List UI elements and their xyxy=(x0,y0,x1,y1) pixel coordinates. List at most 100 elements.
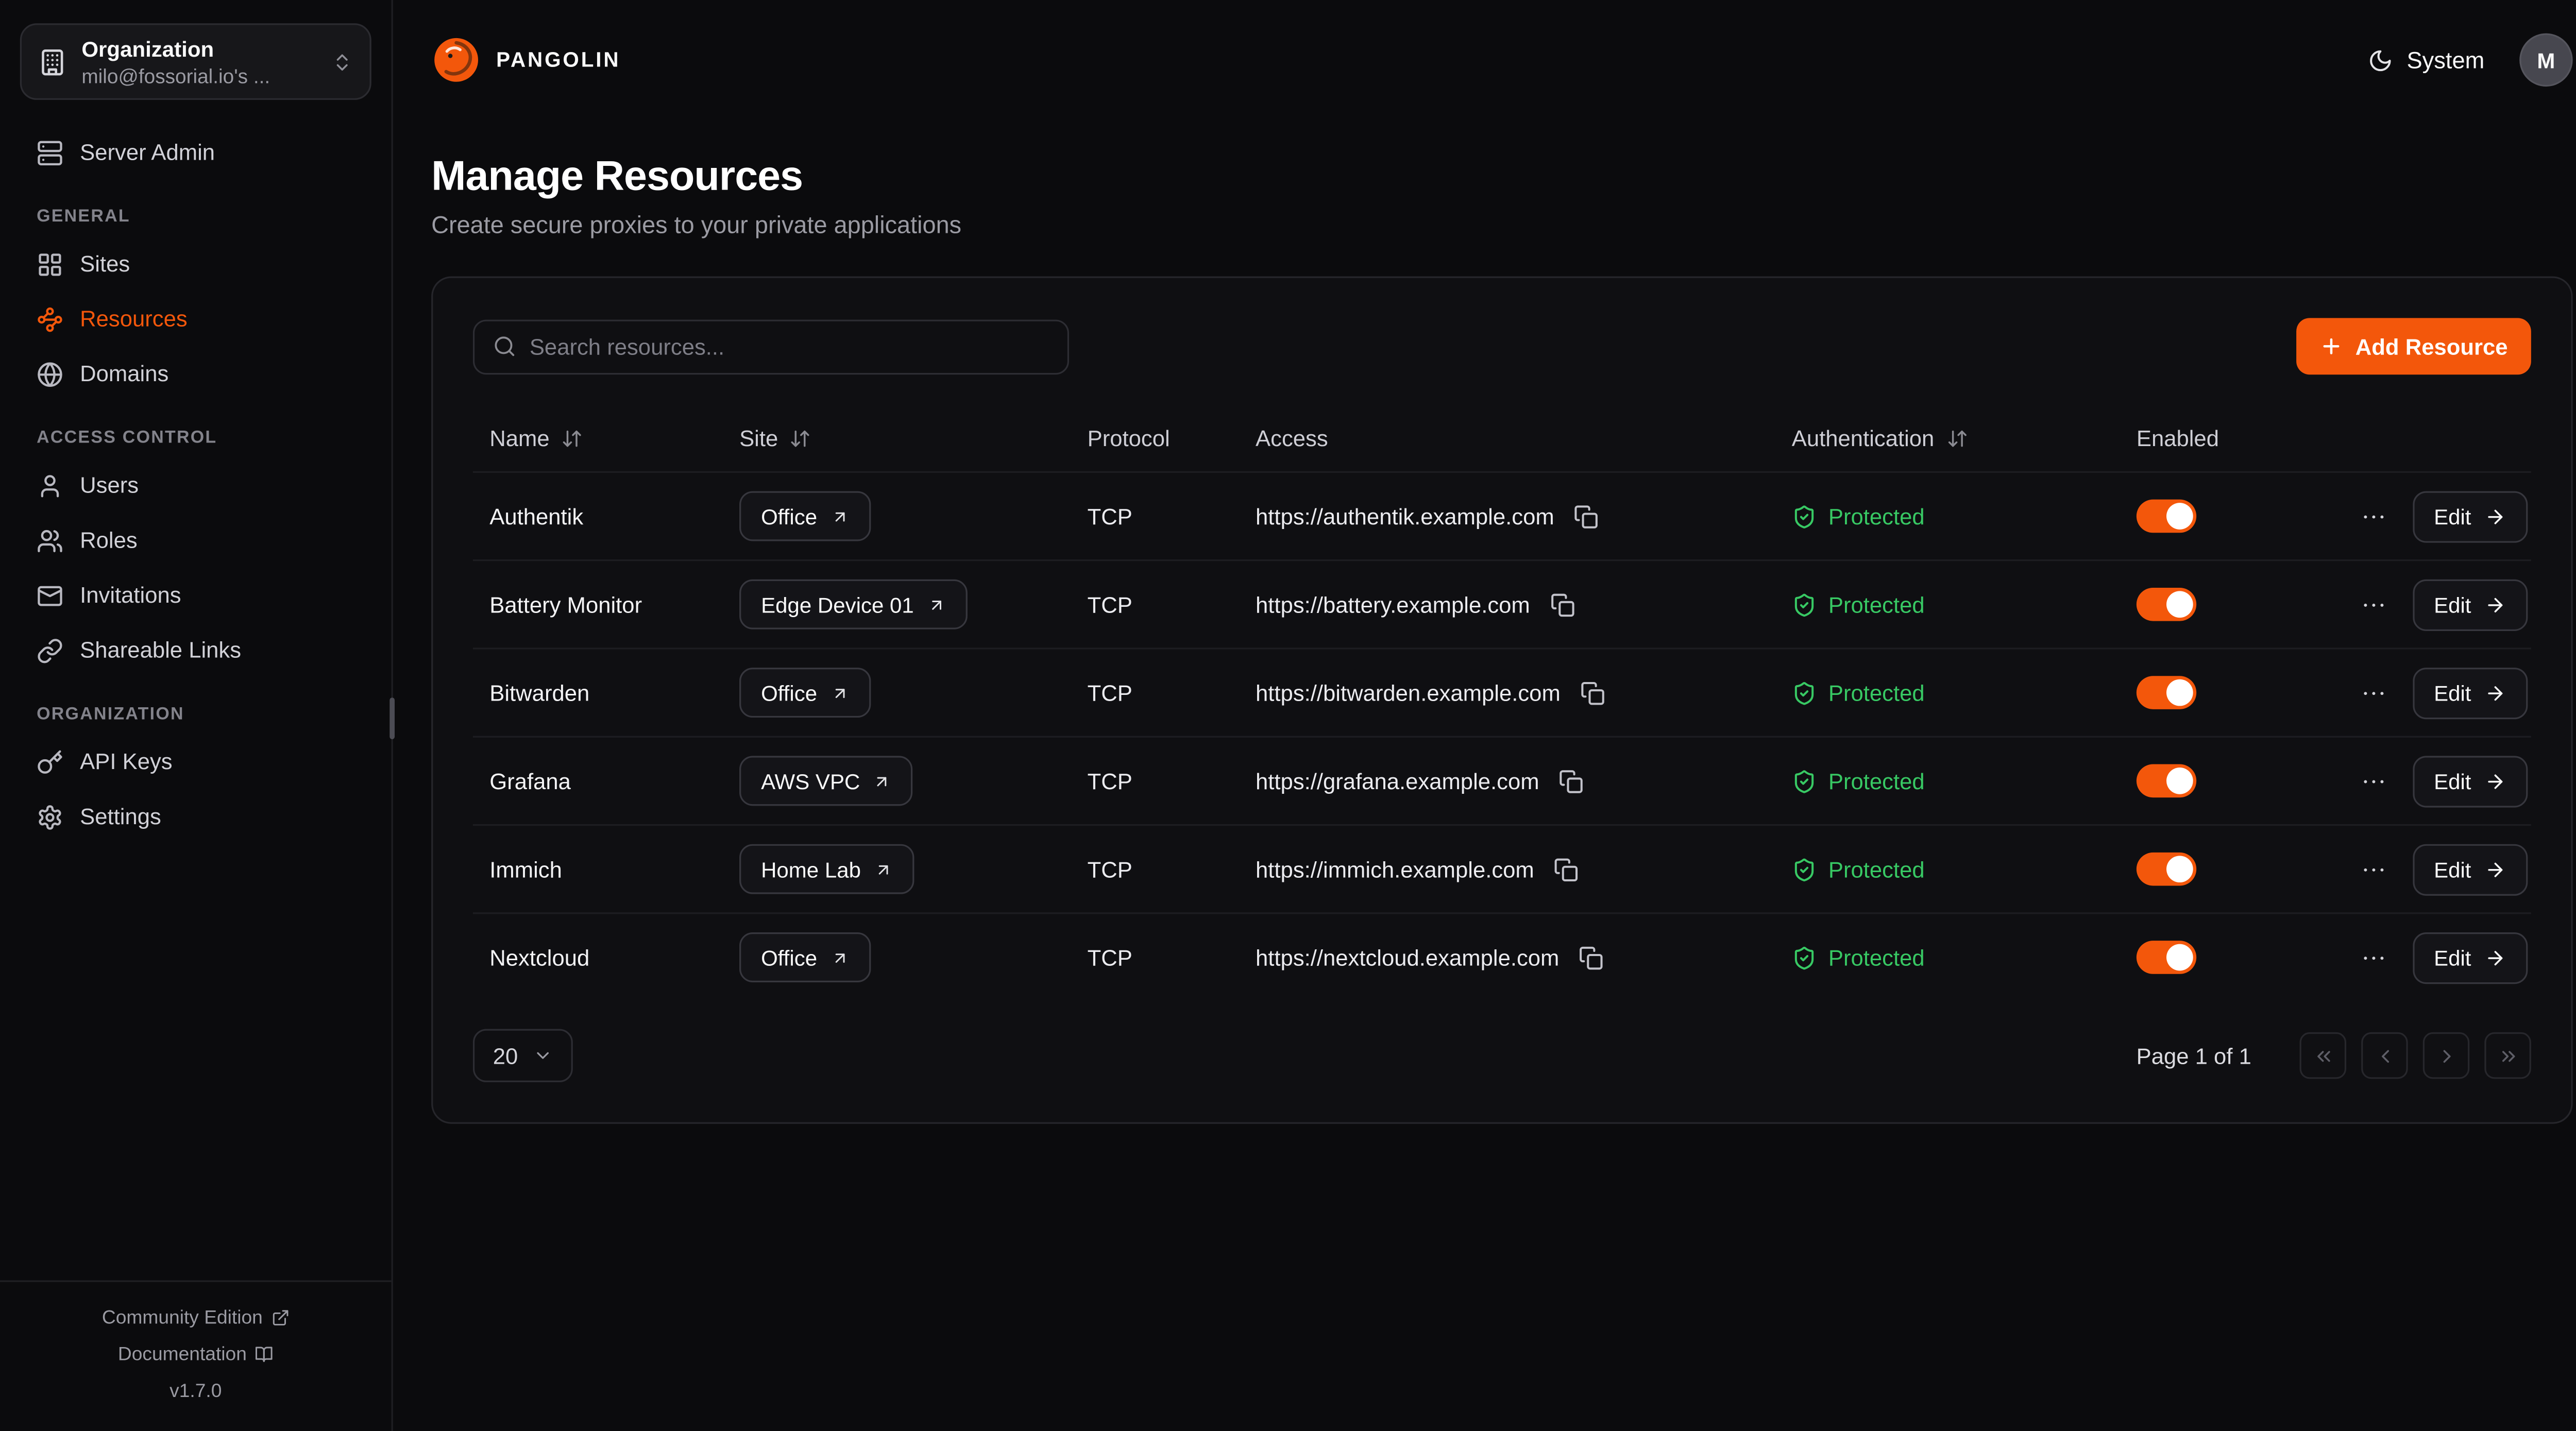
server-icon xyxy=(37,139,63,166)
row-actions-button[interactable] xyxy=(2355,675,2391,710)
chevrons-right-icon xyxy=(2497,1045,2519,1066)
sidebar-item-shareable-links[interactable]: Shareable Links xyxy=(20,624,371,676)
column-label: Authentication xyxy=(1792,425,1935,450)
documentation-label: Documentation xyxy=(118,1344,247,1365)
edit-button-label: Edit xyxy=(2434,769,2471,793)
resources-card: Add Resource NameSiteProtocolAccessAuthe… xyxy=(431,277,2573,1124)
edit-button-label: Edit xyxy=(2434,680,2471,705)
site-link-button[interactable]: Home Lab xyxy=(739,844,914,894)
add-resource-button[interactable]: Add Resource xyxy=(2297,318,2531,374)
sidebar-item-server-admin[interactable]: Server Admin xyxy=(20,127,371,178)
documentation-link[interactable]: Documentation xyxy=(0,1336,392,1373)
edit-button[interactable]: Edit xyxy=(2412,490,2528,542)
edit-button[interactable]: Edit xyxy=(2412,578,2528,630)
section-heading-general: GENERAL xyxy=(37,207,354,227)
auth-status-label: Protected xyxy=(1828,769,1925,793)
external-link-icon xyxy=(271,1309,290,1327)
sidebar-item-roles[interactable]: Roles xyxy=(20,515,371,566)
copy-url-button[interactable] xyxy=(1576,942,1607,973)
page-header: Manage Resources Create secure proxies t… xyxy=(393,120,2576,240)
avatar[interactable]: M xyxy=(2519,33,2572,87)
version-label: v1.7.0 xyxy=(0,1373,392,1409)
sidebar-item-invitations[interactable]: Invitations xyxy=(20,569,371,621)
pagination: Page 1 of 1 xyxy=(2137,1032,2531,1079)
sidebar-item-label: Users xyxy=(80,473,139,498)
add-resource-label: Add Resource xyxy=(2355,334,2508,359)
site-link-button[interactable]: Office xyxy=(739,491,870,541)
sort-icon xyxy=(561,427,583,449)
resource-url: https://authentik.example.com xyxy=(1256,504,1554,529)
external-link-icon xyxy=(927,595,946,614)
auth-status: Protected xyxy=(1775,769,2120,793)
shield-check-icon xyxy=(1792,504,1817,529)
site-link-button[interactable]: AWS VPC xyxy=(739,756,913,806)
edit-button-label: Edit xyxy=(2434,857,2471,881)
enabled-toggle[interactable] xyxy=(2137,588,2196,621)
page-size-value: 20 xyxy=(493,1043,518,1068)
sidebar: Organization milo@fossorial.io's ... Ser… xyxy=(0,0,393,1431)
last-page-button[interactable] xyxy=(2484,1032,2531,1079)
previous-page-button[interactable] xyxy=(2361,1032,2408,1079)
sidebar-item-users[interactable]: Users xyxy=(20,459,371,511)
table-row: Bitwarden Office TCP https://bitwarden.e… xyxy=(473,648,2531,736)
sidebar-item-api-keys[interactable]: API Keys xyxy=(20,736,371,788)
enabled-toggle[interactable] xyxy=(2137,676,2196,709)
plus-icon xyxy=(2320,335,2344,358)
community-edition-link[interactable]: Community Edition xyxy=(0,1300,392,1336)
avatar-initial: M xyxy=(2537,47,2555,72)
topbar: PANGOLIN System M xyxy=(393,0,2576,120)
edit-button[interactable]: Edit xyxy=(2412,667,2528,718)
row-actions-button[interactable] xyxy=(2355,763,2391,798)
column-header-authentication[interactable]: Authentication xyxy=(1775,425,2120,450)
column-label: Enabled xyxy=(2137,425,2219,450)
auth-status: Protected xyxy=(1775,857,2120,881)
copy-url-button[interactable] xyxy=(1571,500,1602,532)
enabled-toggle[interactable] xyxy=(2137,500,2196,533)
copy-url-button[interactable] xyxy=(1551,853,1582,884)
column-header-site[interactable]: Site xyxy=(723,425,1071,450)
arrow-right-icon xyxy=(2484,682,2506,704)
ellipsis-icon xyxy=(2359,502,2387,530)
search-input[interactable] xyxy=(530,334,1049,359)
row-actions-button[interactable] xyxy=(2355,940,2391,975)
copy-icon xyxy=(1579,945,1604,969)
copy-url-button[interactable] xyxy=(1547,589,1578,620)
site-link-button[interactable]: Office xyxy=(739,932,870,982)
sidebar-resize-handle[interactable] xyxy=(389,697,395,739)
row-actions-button[interactable] xyxy=(2355,499,2391,534)
enabled-toggle[interactable] xyxy=(2137,941,2196,974)
section-heading-access-control: ACCESS CONTROL xyxy=(37,428,354,448)
resource-protocol: TCP xyxy=(1071,857,1239,881)
copy-url-button[interactable] xyxy=(1556,765,1587,796)
sidebar-item-settings[interactable]: Settings xyxy=(20,791,371,842)
sidebar-item-label: Shareable Links xyxy=(80,638,241,662)
theme-toggle-button[interactable]: System xyxy=(2368,46,2484,73)
enabled-toggle[interactable] xyxy=(2137,764,2196,798)
sidebar-item-label: Roles xyxy=(80,528,138,553)
edit-button[interactable]: Edit xyxy=(2412,931,2528,983)
site-link-button[interactable]: Office xyxy=(739,668,870,718)
site-link-button[interactable]: Edge Device 01 xyxy=(739,580,967,629)
auth-status: Protected xyxy=(1775,680,2120,705)
org-selector[interactable]: Organization milo@fossorial.io's ... xyxy=(20,23,371,100)
table-row: Authentik Office TCP https://authentik.e… xyxy=(473,471,2531,559)
edit-button-label: Edit xyxy=(2434,945,2471,969)
auth-status: Protected xyxy=(1775,592,2120,617)
shield-check-icon xyxy=(1792,857,1817,881)
arrow-right-icon xyxy=(2484,858,2506,880)
first-page-button[interactable] xyxy=(2300,1032,2347,1079)
copy-url-button[interactable] xyxy=(1577,677,1608,708)
sidebar-item-sites[interactable]: Sites xyxy=(20,238,371,289)
auth-status: Protected xyxy=(1775,504,2120,529)
column-header-name[interactable]: Name xyxy=(473,425,723,450)
enabled-toggle[interactable] xyxy=(2137,853,2196,886)
next-page-button[interactable] xyxy=(2423,1032,2470,1079)
edit-button[interactable]: Edit xyxy=(2412,843,2528,895)
sidebar-item-resources[interactable]: Resources xyxy=(20,293,371,345)
sidebar-item-domains[interactable]: Domains xyxy=(20,348,371,400)
row-actions-button[interactable] xyxy=(2355,851,2391,887)
edit-button[interactable]: Edit xyxy=(2412,755,2528,807)
row-actions-button[interactable] xyxy=(2355,587,2391,622)
chevron-left-icon xyxy=(2374,1045,2395,1066)
page-size-select[interactable]: 20 xyxy=(473,1029,573,1082)
